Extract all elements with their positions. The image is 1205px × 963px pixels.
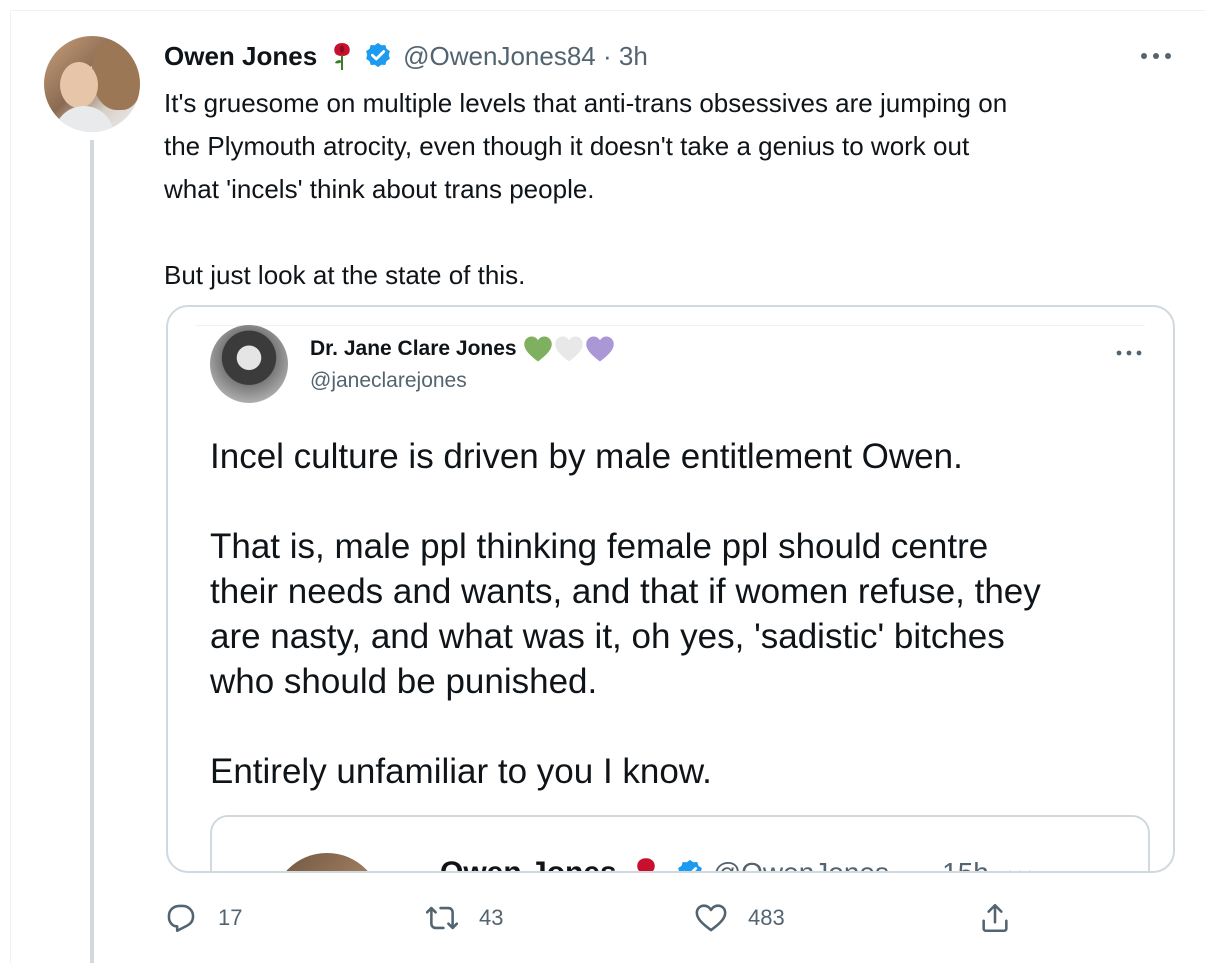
nested-more-icon	[1008, 870, 1031, 871]
quoted-author-name[interactable]: Dr. Jane Clare Jones	[310, 337, 517, 361]
quoted-tweet[interactable]: Dr. Jane Clare Jones @janeclarejones Inc…	[166, 305, 1175, 873]
purple-heart-icon	[585, 336, 614, 362]
quoted-author-avatar[interactable]	[210, 325, 288, 403]
author-avatar[interactable]	[44, 36, 140, 132]
tweet-header: Owen Jones @OwenJones84 · 3h	[164, 38, 648, 74]
like-count: 483	[748, 905, 785, 930]
tweet-text: It's gruesome on multiple levels that an…	[164, 88, 1008, 290]
nested-timestamp: · 15h	[925, 857, 989, 873]
nested-author-avatar	[272, 853, 382, 871]
author-handle-time[interactable]: @OwenJones84 · 3h	[403, 41, 648, 72]
verified-icon	[366, 42, 391, 68]
white-heart-icon	[554, 336, 583, 362]
reply-button[interactable]: 17	[164, 895, 242, 941]
share-icon	[982, 903, 1008, 933]
green-heart-icon	[523, 336, 552, 362]
retweet-icon	[425, 906, 459, 930]
verified-icon	[677, 859, 702, 871]
rose-icon	[636, 858, 655, 871]
reply-icon	[167, 904, 195, 933]
reply-count: 17	[218, 905, 243, 930]
share-button[interactable]	[978, 895, 1012, 941]
retweet-count: 43	[479, 905, 504, 930]
more-icon[interactable]	[1138, 46, 1174, 66]
nested-quoted-tweet[interactable]: Owen Jones @OwenJones · 15h	[210, 815, 1150, 873]
heart-icon	[695, 904, 727, 932]
rose-icon	[334, 43, 350, 70]
nested-author-name: Owen Jones	[440, 856, 617, 873]
quoted-more-icon[interactable]	[1114, 345, 1144, 361]
tweet-actions: 17 43 483	[0, 895, 1205, 941]
quoted-tweet-text: Incel culture is driven by male entitlem…	[210, 437, 1041, 791]
quoted-author-handle[interactable]: @janeclarejones	[310, 369, 467, 393]
thread-line	[90, 140, 94, 963]
author-name[interactable]: Owen Jones	[164, 41, 317, 72]
hearts-emoji	[523, 335, 616, 363]
like-button[interactable]: 483	[694, 895, 785, 941]
nested-author-handle: @OwenJones	[712, 857, 890, 873]
nested-header: Owen Jones @OwenJones · 15h	[440, 853, 1035, 873]
retweet-button[interactable]: 43	[425, 895, 503, 941]
quoted-author-header: Dr. Jane Clare Jones	[310, 335, 616, 363]
